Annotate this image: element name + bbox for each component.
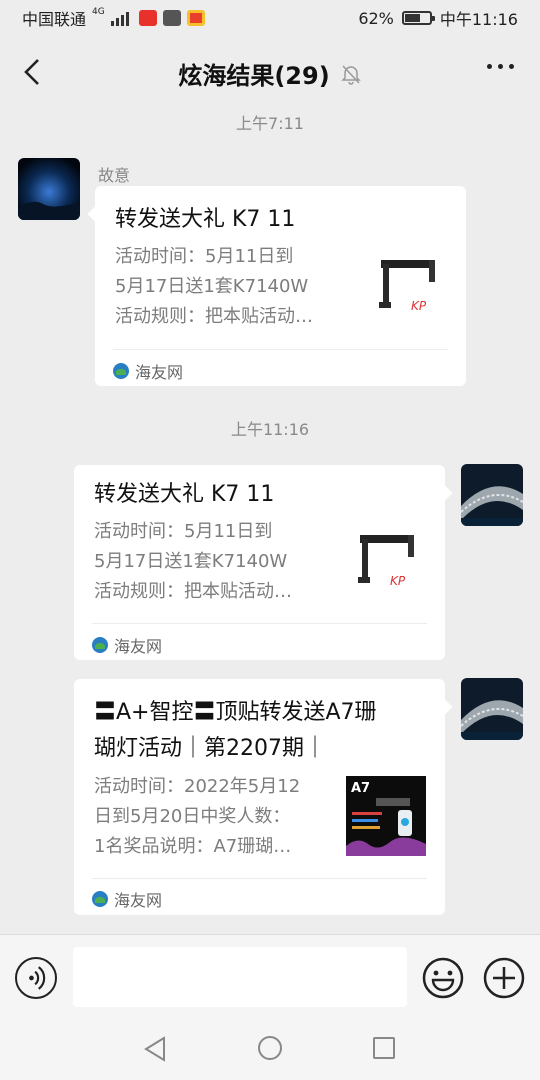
link-card[interactable]: 转发送大礼 K7 11 活动时间：5月11日到 5月17日送1套K7140W 活… xyxy=(87,186,466,386)
source-name: 海友网 xyxy=(114,637,163,656)
carrier-name: 中国联通 xyxy=(22,10,87,29)
card-desc-line: 活动时间：2022年5月12 xyxy=(94,776,301,797)
avatar[interactable] xyxy=(18,158,80,220)
link-card[interactable]: 〓A+智控〓顶贴转发送A7珊 瑚灯活动｜第2207期｜ 活动时间：2022年5月… xyxy=(74,679,453,915)
card-title-line: 瑚灯活动｜第2207期｜ xyxy=(94,736,326,761)
avatar[interactable] xyxy=(461,678,523,740)
link-card[interactable]: 转发送大礼 K7 11 活动时间：5月11日到 5月17日送1套K7140W 活… xyxy=(74,465,453,660)
card-desc-line: 5月17日送1套K7140W xyxy=(115,276,309,297)
signal-icon xyxy=(110,10,129,26)
card-desc-line: 活动时间：5月11日到 xyxy=(115,246,294,267)
card-desc-line: 5月17日送1套K7140W xyxy=(94,551,288,572)
lamp-thumbnail: KP xyxy=(367,252,445,330)
mail-app-icon xyxy=(162,10,181,26)
card-desc-line: 日到5月20日中奖人数： xyxy=(94,806,291,827)
lamp-thumbnail: KP xyxy=(346,527,424,605)
svg-text:KP: KP xyxy=(411,299,427,313)
news-app-icon xyxy=(138,10,157,26)
gallery-app-icon xyxy=(186,10,205,26)
battery-icon xyxy=(401,11,435,25)
a7-lamp-thumbnail: A7 xyxy=(346,776,426,856)
status-bar: 中国联通 4G 62% 中午11:16 xyxy=(0,0,540,36)
avatar[interactable] xyxy=(461,464,523,526)
source-logo-icon xyxy=(92,637,108,653)
sender-name: 故意 xyxy=(98,166,131,185)
card-source: 海友网 xyxy=(92,887,162,911)
card-desc-line: 1名奖品说明：A7珊瑚… xyxy=(94,836,292,857)
card-title: 转发送大礼 K7 11 xyxy=(94,482,275,507)
timestamp: 上午11:16 xyxy=(230,420,310,439)
more-options-icon[interactable] xyxy=(487,64,514,69)
system-navigation-bar xyxy=(0,1020,540,1080)
system-recent-apps-icon[interactable] xyxy=(373,1037,395,1059)
message-input[interactable] xyxy=(73,947,407,1007)
add-icon[interactable] xyxy=(483,957,525,999)
mute-bell-icon xyxy=(340,64,361,85)
voice-input-icon[interactable] xyxy=(15,957,57,999)
card-source: 海友网 xyxy=(92,633,162,657)
input-bar xyxy=(0,934,540,1020)
card-desc-line: 活动规则：把本贴活动… xyxy=(94,581,292,602)
card-desc-line: 活动时间：5月11日到 xyxy=(94,521,273,542)
emoji-icon[interactable] xyxy=(422,957,464,999)
source-name: 海友网 xyxy=(114,891,163,910)
svg-text:KP: KP xyxy=(390,574,406,588)
source-name: 海友网 xyxy=(135,363,184,382)
chat-header: 炫海结果(29) xyxy=(0,36,540,108)
clock: 中午11:16 xyxy=(439,10,518,29)
card-title: 转发送大礼 K7 11 xyxy=(115,207,296,232)
card-source: 海友网 xyxy=(113,359,183,383)
chat-title: 炫海结果(29) xyxy=(178,62,330,90)
thumb-label: A7 xyxy=(351,781,370,796)
battery-percent: 62% xyxy=(358,8,394,28)
system-back-icon[interactable] xyxy=(143,1036,167,1062)
system-home-icon[interactable] xyxy=(258,1036,282,1060)
timestamp: 上午7:11 xyxy=(236,114,304,133)
card-desc-line: 活动规则：把本贴活动… xyxy=(115,306,313,327)
network-type: 4G xyxy=(92,6,105,17)
source-logo-icon xyxy=(92,891,108,907)
card-title-line: 〓A+智控〓顶贴转发送A7珊 xyxy=(94,700,377,725)
source-logo-icon xyxy=(113,363,129,379)
